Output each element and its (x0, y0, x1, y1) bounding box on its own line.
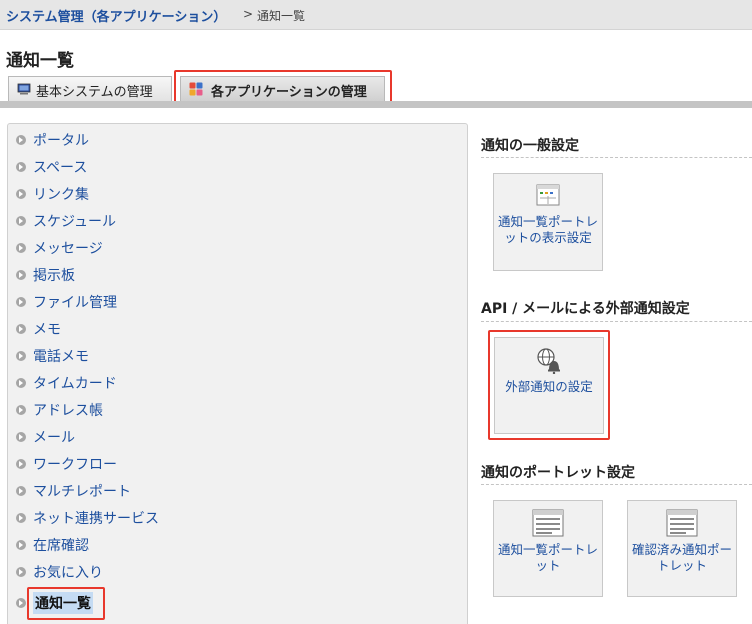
sidebar-item-notifications[interactable]: 通知一覧 (16, 592, 93, 614)
sidebar-item-workflow[interactable]: ワークフロー (16, 453, 117, 475)
breadcrumb-parent-link[interactable]: システム管理（各アプリケーション） (6, 6, 226, 25)
arrow-bullet-icon (16, 270, 26, 280)
arrow-bullet-icon (16, 297, 26, 307)
arrow-bullet-icon (16, 243, 26, 253)
breadcrumb-separator: > (243, 7, 254, 21)
section-divider (481, 157, 752, 158)
card-notification-list-portlet[interactable]: 通知一覧ポートレット (493, 500, 603, 597)
portlet-list-icon (666, 509, 698, 537)
arrow-bullet-icon (16, 405, 26, 415)
arrow-bullet-icon (16, 486, 26, 496)
section-title-external: API / メールによる外部通知設定 (481, 301, 690, 317)
sidebar-item-label: ポータル (33, 133, 89, 149)
sidebar-item-label: スペース (33, 160, 88, 176)
sidebar-item-space[interactable]: スペース (16, 156, 87, 178)
tab-applications[interactable]: 各アプリケーションの管理 (180, 76, 385, 102)
sidebar: ポータル スペース リンク集 スケジュール メッセージ 掲示板 ファイル管理 メ… (7, 123, 468, 624)
breadcrumb-current: 通知一覧 (257, 9, 306, 23)
sidebar-item-label: 電話メモ (33, 349, 89, 365)
card-label: 通知一覧ポートレット (498, 542, 599, 573)
sidebar-item-presence[interactable]: 在席確認 (16, 534, 89, 556)
monitor-icon (17, 83, 31, 95)
sidebar-item-label: タイムカード (33, 376, 117, 392)
section-divider (481, 321, 752, 322)
sidebar-item-file-management[interactable]: ファイル管理 (16, 291, 117, 313)
sidebar-item-label: 在席確認 (33, 538, 89, 554)
section-title-general: 通知の一般設定 (481, 138, 579, 154)
arrow-bullet-icon (16, 189, 26, 199)
arrow-bullet-icon (16, 598, 26, 608)
portlet-list-icon (532, 509, 564, 537)
arrow-bullet-icon (16, 459, 26, 469)
section-title-portlet: 通知のポートレット設定 (481, 465, 635, 481)
sidebar-item-label: ネット連携サービス (33, 511, 159, 527)
sidebar-item-label: アドレス帳 (33, 403, 103, 419)
sidebar-item-label: メッセージ (33, 241, 103, 257)
breadcrumb-bar: システム管理（各アプリケーション） > 通知一覧 (0, 0, 752, 30)
sidebar-item-timecard[interactable]: タイムカード (16, 372, 117, 394)
sidebar-item-favorites[interactable]: お気に入り (16, 561, 103, 583)
globe-bell-icon (537, 348, 560, 374)
sidebar-item-label: 掲示板 (33, 268, 75, 284)
tab-basic-system[interactable]: 基本システムの管理 (8, 76, 172, 102)
card-confirmed-notification-portlet[interactable]: 確認済み通知ポートレット (627, 500, 737, 597)
tab-applications-label: 各アプリケーションの管理 (211, 85, 367, 100)
arrow-bullet-icon (16, 351, 26, 361)
sidebar-item-bulletin[interactable]: 掲示板 (16, 264, 75, 286)
sidebar-item-label: メモ (33, 322, 61, 338)
sidebar-item-label: ワークフロー (33, 457, 117, 473)
arrow-bullet-icon (16, 540, 26, 550)
sidebar-item-mail[interactable]: メール (16, 426, 75, 448)
sidebar-item-schedule[interactable]: スケジュール (16, 210, 116, 232)
arrow-bullet-icon (16, 324, 26, 334)
sidebar-item-label: ファイル管理 (33, 295, 117, 311)
tab-basic-system-label: 基本システムの管理 (36, 85, 153, 100)
sidebar-item-label: リンク集 (33, 187, 89, 203)
sidebar-item-label: マルチレポート (33, 484, 131, 500)
sidebar-item-label: メール (33, 430, 75, 446)
sidebar-item-memo[interactable]: メモ (16, 318, 61, 340)
sidebar-item-phone-memo[interactable]: 電話メモ (16, 345, 89, 367)
sidebar-item-label: スケジュール (33, 214, 117, 230)
arrow-bullet-icon (16, 432, 26, 442)
sidebar-item-net-services[interactable]: ネット連携サービス (16, 507, 159, 529)
card-label: 外部通知の設定 (505, 379, 593, 394)
arrow-bullet-icon (16, 135, 26, 145)
sidebar-item-multi-report[interactable]: マルチレポート (16, 480, 131, 502)
sidebar-item-address-book[interactable]: アドレス帳 (16, 399, 103, 421)
card-label: 通知一覧ポートレットの表示設定 (498, 214, 599, 245)
tab-bar-divider (0, 101, 752, 108)
sidebar-item-message[interactable]: メッセージ (16, 237, 103, 259)
sidebar-item-label: お気に入り (33, 565, 103, 581)
sidebar-item-label: 通知一覧 (33, 592, 93, 614)
section-divider (481, 484, 752, 485)
arrow-bullet-icon (16, 513, 26, 523)
arrow-bullet-icon (16, 378, 26, 388)
sidebar-item-links[interactable]: リンク集 (16, 183, 89, 205)
arrow-bullet-icon (16, 162, 26, 172)
portlet-settings-icon (536, 184, 560, 206)
arrow-bullet-icon (16, 567, 26, 577)
sidebar-item-portal[interactable]: ポータル (16, 129, 89, 151)
card-portlet-display-settings[interactable]: 通知一覧ポートレットの表示設定 (493, 173, 603, 271)
card-label: 確認済み通知ポートレット (632, 542, 733, 573)
arrow-bullet-icon (16, 216, 26, 226)
page-title: 通知一覧 (6, 51, 74, 71)
card-external-notification-settings[interactable]: 外部通知の設定 (494, 337, 604, 434)
apps-grid-icon (189, 82, 203, 96)
